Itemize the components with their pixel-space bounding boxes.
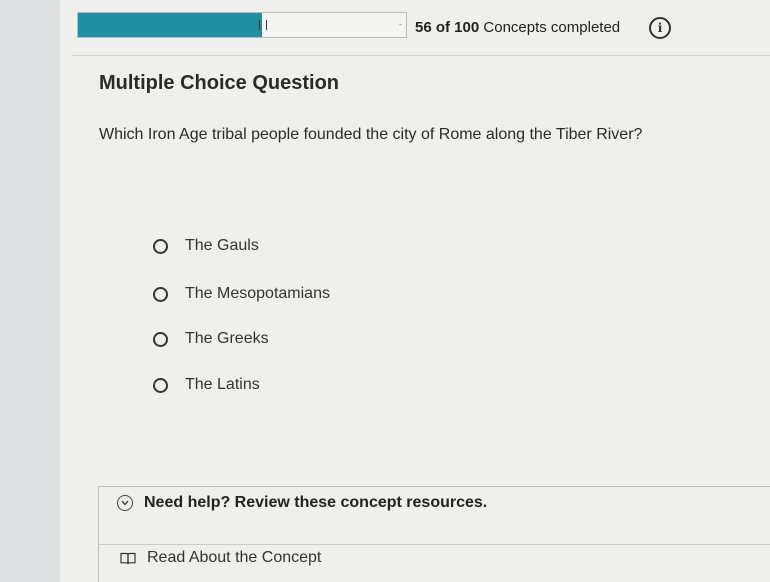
help-panel-border (98, 486, 770, 487)
read-concept-link[interactable]: Read About the Concept (120, 549, 321, 567)
progress-suffix: Concepts completed (483, 19, 621, 36)
progress-marker (258, 20, 267, 30)
progress-status: 56 of 100 Concepts completed (415, 19, 620, 36)
question-text: Which Iron Age tribal people founded the… (99, 126, 643, 143)
answer-option-4[interactable]: The Latins (153, 376, 260, 394)
radio-button[interactable] (153, 377, 168, 393)
answer-label: The Latins (185, 376, 260, 393)
answer-label: The Greeks (185, 330, 269, 347)
header-divider (72, 55, 770, 56)
answer-option-3[interactable]: The Greeks (153, 330, 269, 348)
answer-option-1[interactable]: The Gauls (153, 237, 259, 255)
answer-option-2[interactable]: The Mesopotamians (153, 285, 330, 303)
radio-button[interactable] (153, 286, 168, 302)
help-toggle[interactable]: Need help? Review these concept resource… (117, 494, 487, 512)
chevron-down-circle-icon (117, 495, 133, 511)
help-toggle-label: Need help? Review these concept resource… (144, 494, 488, 511)
book-icon (120, 552, 136, 565)
answer-label: The Gauls (185, 237, 259, 254)
side-margin (0, 0, 60, 582)
radio-button[interactable] (153, 331, 168, 347)
help-panel-border-left (98, 486, 99, 582)
radio-button[interactable] (153, 238, 168, 254)
question-card: - 56 of 100 Concepts completed i Multipl… (60, 0, 770, 582)
info-icon[interactable]: i (649, 17, 671, 39)
answer-label: The Mesopotamians (185, 285, 330, 302)
question-type-title: Multiple Choice Question (99, 72, 340, 94)
help-divider (98, 544, 770, 545)
progress-count: 56 of 100 (415, 19, 480, 36)
read-concept-label: Read About the Concept (147, 549, 322, 566)
progress-bar: - (77, 12, 407, 38)
progress-bar-fill (78, 13, 262, 37)
progress-end-tick: - (399, 19, 402, 29)
